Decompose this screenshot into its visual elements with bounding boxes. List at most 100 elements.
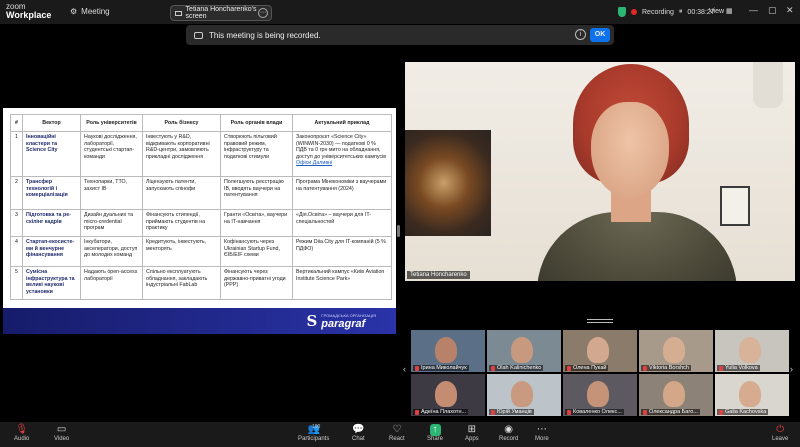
chat-icon: 💬 bbox=[352, 424, 365, 435]
table-header: Вектор bbox=[22, 114, 81, 132]
gallery-prev-icon[interactable]: ‹ bbox=[403, 364, 406, 374]
row-government-role: Полегшують реєстрацію IВ, вводять ваучер… bbox=[220, 176, 293, 210]
recording-banner: This meeting is being recorded. i OK bbox=[186, 25, 614, 45]
share-label: Share bbox=[427, 436, 444, 442]
speaker-video[interactable]: Tetiana Honcharenko bbox=[405, 62, 795, 281]
mic-muted-icon bbox=[719, 365, 723, 371]
table-row: 4 Стартап-екосисте­ми й венчурне фінансу… bbox=[10, 236, 392, 267]
video-button[interactable]: ▭ Video bbox=[54, 424, 69, 442]
table-header: # bbox=[10, 114, 23, 132]
apps-button[interactable]: ⊞ Apps bbox=[465, 424, 479, 442]
zoom-logo: zoom Workplace bbox=[6, 2, 51, 20]
paragraf-logo: S ГРОМАДСЬКА ОРГАНІЗАЦІЯ paragraf bbox=[306, 312, 376, 330]
row-number: 1 bbox=[10, 131, 23, 177]
ok-button[interactable]: OK bbox=[590, 28, 610, 42]
participant-name-tag: Олександра Баго... bbox=[641, 409, 700, 415]
more-icon: ⋯ bbox=[536, 424, 547, 435]
share-button[interactable]: ↑ Share bbox=[427, 424, 443, 442]
row-example: «Дія.Освіта» – ваучери для IT-спеціально… bbox=[292, 209, 392, 237]
split-divider-handle[interactable] bbox=[397, 225, 400, 237]
shared-screen-pill[interactable]: Tetiana Honcharenko's screen ⋯ bbox=[170, 5, 272, 21]
row-example-cell: Законопроєкт «Science City» (WINWIN-2030… bbox=[292, 131, 392, 177]
minimize-icon[interactable]: — bbox=[749, 5, 758, 15]
close-icon[interactable]: ✕ bbox=[786, 5, 794, 16]
participants-label: Participants bbox=[298, 436, 330, 442]
record-button[interactable]: ◉ Record bbox=[499, 424, 518, 442]
participant-name-tag: Ірина Миколайчук bbox=[413, 365, 469, 371]
row-vector: Сумісна інфраструктура та великі наукові… bbox=[22, 266, 81, 300]
audio-button[interactable]: 🎙 Audio bbox=[14, 424, 29, 442]
participant-name: Yulia Volkova bbox=[725, 365, 758, 371]
recording-icon bbox=[194, 31, 203, 39]
participant-name: Olah Kalinichenko bbox=[497, 365, 542, 371]
mic-muted-icon bbox=[719, 409, 723, 415]
react-button[interactable]: ♡ React bbox=[389, 424, 405, 442]
shared-slide: # Вектор Роль університетів Роль бізнесу… bbox=[3, 108, 396, 334]
gear-icon: ⚙ bbox=[70, 7, 78, 16]
participant-name: Ірина Миколайчук bbox=[421, 365, 467, 371]
more-options-icon[interactable]: ⋯ bbox=[258, 8, 268, 18]
shield-icon[interactable] bbox=[618, 7, 626, 17]
leave-button[interactable]: ⏻ Leave bbox=[772, 424, 788, 442]
participant-tile[interactable]: Юрій Уманців bbox=[487, 374, 561, 416]
more-button[interactable]: ⋯ More bbox=[535, 424, 549, 442]
participant-face bbox=[663, 337, 685, 363]
participant-tile[interactable]: Олександра Баго... bbox=[639, 374, 713, 416]
maximize-icon[interactable]: ▢ bbox=[768, 5, 777, 16]
participant-tile[interactable]: Ірина Миколайчук bbox=[411, 330, 485, 372]
mic-muted-icon bbox=[643, 409, 647, 415]
participant-face bbox=[511, 381, 533, 407]
participants-button[interactable]: 👥 100 Participants bbox=[298, 424, 329, 442]
participant-tile[interactable]: Galia Kachovska bbox=[715, 374, 789, 416]
participant-tile[interactable]: Олена Пукай bbox=[563, 330, 637, 372]
gallery-next-icon[interactable]: › bbox=[790, 364, 793, 374]
mic-muted-icon: 🎙 bbox=[15, 424, 29, 435]
video-label: Video bbox=[54, 436, 70, 442]
table-row: 2 Трансфер технологій і комерціалізація … bbox=[10, 176, 392, 210]
table-row: 5 Сумісна інфраструктура та великі науко… bbox=[10, 266, 392, 300]
participant-name-tag: Адеїна Плахотн... bbox=[413, 409, 469, 415]
row-vector: Інноваційні кластери та Science City bbox=[22, 131, 81, 177]
mic-muted-icon bbox=[643, 365, 647, 371]
participant-name: Олександра Баго... bbox=[649, 409, 698, 415]
participant-tile[interactable]: Коваленко Олекс... bbox=[563, 374, 637, 416]
view-button[interactable]: View ▦ bbox=[709, 7, 733, 15]
mic-muted-icon bbox=[491, 365, 495, 371]
mic-muted-icon bbox=[567, 365, 571, 371]
mic-muted-icon bbox=[567, 409, 571, 415]
row-vector: Підготовка та ре­скілінг кадрів bbox=[22, 209, 81, 237]
participant-name: Адеїна Плахотн... bbox=[421, 409, 467, 415]
speaker-face bbox=[591, 102, 669, 198]
logo-mark: S bbox=[306, 312, 318, 330]
info-icon[interactable]: i bbox=[575, 29, 586, 40]
apps-icon: ⊞ bbox=[467, 424, 477, 435]
meeting-menu[interactable]: ⚙ Meeting bbox=[70, 7, 110, 16]
example-link[interactable]: Офіси Даливні bbox=[296, 160, 332, 166]
participant-tile[interactable]: Olah Kalinichenko bbox=[487, 330, 561, 372]
row-number: 2 bbox=[10, 176, 23, 210]
participant-tile[interactable]: Адеїна Плахотн... bbox=[411, 374, 485, 416]
table-header: Роль університетів bbox=[80, 114, 143, 132]
recording-status: Recording ⏸ 00:38:27 bbox=[618, 7, 715, 17]
pause-icon[interactable]: ⏸ bbox=[679, 8, 683, 16]
row-business-role: Фінансують стипендії, приймають студенті… bbox=[142, 209, 221, 237]
leave-label: Leave bbox=[772, 436, 789, 442]
chat-button[interactable]: 💬 Chat bbox=[352, 424, 365, 442]
row-example: Законопроєкт «Science City» (WINWIN-2030… bbox=[296, 134, 387, 160]
participant-name-tag: Viktoria Borshch bbox=[641, 365, 691, 371]
table-header: Актуальний приклад bbox=[292, 114, 392, 132]
row-government-role: Створюють пільговий правовий режим, інфр… bbox=[220, 131, 293, 177]
gallery-drag-handle[interactable] bbox=[587, 319, 613, 323]
row-vector: Трансфер технологій і комерціалізація bbox=[22, 176, 81, 210]
table-header: Роль бізнесу bbox=[142, 114, 221, 132]
participant-name: Олена Пукай bbox=[573, 365, 607, 371]
title-bar: zoom Workplace ⚙ Meeting Tetiana Honchar… bbox=[0, 0, 800, 24]
participants-count: 100 bbox=[312, 424, 321, 430]
react-label: React bbox=[389, 436, 405, 442]
mic-muted-icon bbox=[491, 409, 495, 415]
participant-tile[interactable]: Viktoria Borshch bbox=[639, 330, 713, 372]
participant-tile[interactable]: Yulia Volkova bbox=[715, 330, 789, 372]
participant-face bbox=[435, 337, 457, 363]
participant-name-tag: Yulia Volkova bbox=[717, 365, 760, 371]
lamp bbox=[753, 62, 783, 108]
